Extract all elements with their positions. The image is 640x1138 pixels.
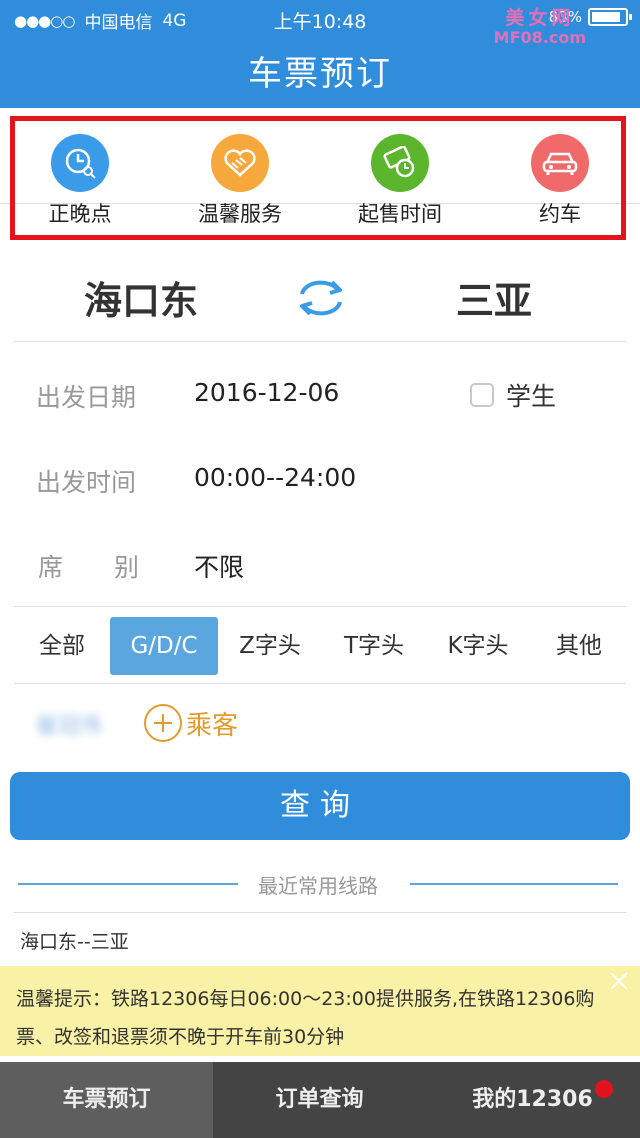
handshake-icon	[211, 134, 269, 192]
departure-station[interactable]: 海口东	[84, 270, 198, 325]
add-passenger-button[interactable]: 乘客	[144, 704, 238, 742]
tab-order-query[interactable]: 订单查询	[213, 1062, 426, 1138]
departure-time-value[interactable]: 00:00--24:00	[194, 463, 356, 492]
seat-class-label-1: 席	[38, 553, 64, 582]
quick-action-sale-time[interactable]: 起售时间	[320, 134, 480, 228]
arrival-station[interactable]: 三亚	[456, 270, 532, 325]
notification-badge	[595, 1080, 613, 1098]
train-type-k[interactable]: K字头	[436, 617, 520, 675]
student-checkbox[interactable]	[470, 383, 494, 407]
train-type-all[interactable]: 全部	[24, 617, 100, 675]
student-toggle[interactable]: 学生	[470, 377, 556, 413]
quick-action-delay-info[interactable]: 正晚点	[0, 134, 160, 228]
train-type-other[interactable]: 其他	[544, 617, 614, 675]
train-type-t[interactable]: T字头	[332, 617, 416, 675]
clock-search-icon	[51, 134, 109, 192]
seat-class-value[interactable]: 不限	[194, 548, 244, 584]
quick-actions: 正晚点 温馨服务 起售时间 约车	[0, 108, 640, 226]
close-icon[interactable]	[608, 970, 630, 992]
car-icon	[531, 134, 589, 192]
recent-routes-title: 最近常用线路	[258, 874, 378, 898]
recent-routes-header: 最近常用线路	[18, 866, 618, 900]
departure-date-value[interactable]: 2016-12-06	[194, 378, 339, 407]
watermark-logo: 美女网 MF08.com	[493, 7, 586, 47]
app-header: ●●●○○ 中国电信 4G 上午10:48 83% 美女网 MF08.com 车…	[0, 0, 640, 108]
passenger-row: 崔冠伟 乘客	[14, 690, 626, 754]
tab-ticket-booking[interactable]: 车票预订	[0, 1062, 213, 1138]
departure-time-label: 出发时间	[36, 468, 137, 497]
tab-my-12306[interactable]: 我的12306	[426, 1062, 639, 1138]
tab-bar: 车票预订 订单查询 我的12306	[0, 1062, 640, 1138]
student-label: 学生	[506, 382, 557, 411]
quick-action-car[interactable]: 约车	[480, 134, 640, 228]
notice-banner: 温馨提示：铁路12306每日06:00～23:00提供服务,在铁路12306购票…	[0, 966, 640, 1056]
battery-icon	[588, 8, 632, 26]
passenger-name[interactable]: 崔冠伟	[36, 708, 102, 740]
plus-icon	[144, 704, 182, 742]
seat-class-label-2: 别	[114, 553, 140, 582]
recent-route-item[interactable]: 海口东--三亚	[14, 912, 626, 966]
page-title: 车票预订	[248, 54, 392, 94]
departure-date-label: 出发日期	[36, 383, 137, 412]
train-type-gdc[interactable]: G/D/C	[110, 617, 218, 675]
train-type-z[interactable]: Z字头	[228, 617, 312, 675]
quick-action-service[interactable]: 温馨服务	[160, 134, 320, 228]
status-bar: ●●●○○ 中国电信 4G 上午10:48 83% 美女网 MF08.com	[0, 0, 640, 47]
route-selector: 海口东 三亚	[14, 240, 626, 342]
swap-stations-icon[interactable]	[294, 270, 348, 324]
train-type-filter: 全部 G/D/C Z字头 T字头 K字头 其他	[14, 606, 626, 684]
ticket-clock-icon	[371, 134, 429, 192]
search-button[interactable]: 查询	[10, 772, 630, 840]
